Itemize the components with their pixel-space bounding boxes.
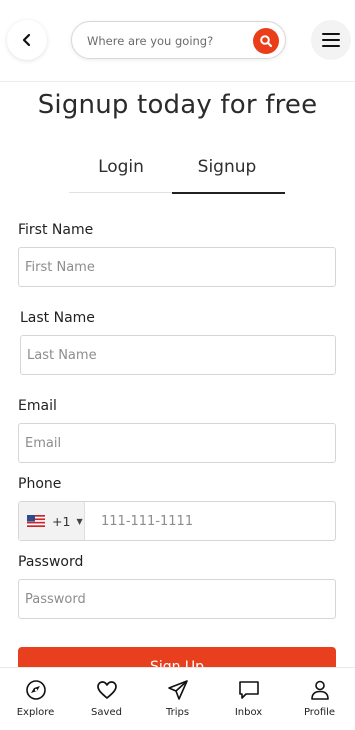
search-button[interactable] [253, 28, 279, 54]
email-input[interactable] [19, 424, 335, 462]
password-label: Password [18, 554, 84, 570]
hamburger-icon [322, 33, 340, 47]
last-name-input[interactable] [21, 336, 335, 374]
phone-label: Phone [18, 476, 62, 492]
nav-item-inbox[interactable]: Inbox [214, 668, 284, 730]
nav-label-saved: Saved [91, 707, 122, 718]
chevron-left-icon [22, 33, 31, 47]
nav-label-inbox: Inbox [234, 707, 263, 718]
nav-item-explore[interactable]: Explore [1, 668, 71, 730]
us-flag-icon [27, 515, 45, 527]
country-code-selector[interactable]: +1 ▼ [19, 502, 85, 540]
user-icon [308, 678, 332, 702]
password-input[interactable] [19, 580, 335, 618]
page-title: Signup today for free [37, 90, 318, 120]
menu-button[interactable] [311, 20, 351, 60]
nav-label-trips: Trips [165, 707, 190, 718]
paper-plane-icon [166, 678, 190, 702]
search-icon [260, 35, 273, 48]
heart-icon [95, 678, 119, 702]
search-placeholder[interactable]: Where are you going? [87, 34, 213, 48]
caret-down-icon: ▼ [76, 516, 83, 526]
email-label: Email [18, 398, 57, 414]
back-button[interactable] [7, 20, 47, 60]
chat-bubble-icon [237, 678, 261, 702]
last-name-label: Last Name [20, 310, 95, 326]
nav-label-profile: Profile [303, 707, 336, 718]
top-bar: Where are you going? [0, 0, 355, 82]
phone-input-wrapper[interactable] [95, 502, 335, 540]
first-name-label: First Name [18, 222, 94, 238]
first-name-input[interactable] [19, 248, 335, 286]
nav-item-trips[interactable]: Trips [143, 668, 213, 730]
nav-label-explore: Explore [16, 707, 55, 718]
tab-login[interactable]: Login [69, 157, 173, 177]
tab-signup[interactable]: Signup [175, 157, 279, 177]
phone-field[interactable]: +1 ▼ [18, 501, 336, 541]
phone-input[interactable] [95, 502, 335, 540]
active-tab-indicator [172, 192, 285, 194]
compass-icon [24, 678, 48, 702]
nav-item-saved[interactable]: Saved [72, 668, 142, 730]
first-name-field[interactable] [18, 247, 336, 287]
bottom-nav: Explore Saved Trips Inbox Profile [0, 667, 355, 730]
password-field[interactable] [18, 579, 336, 619]
email-field[interactable] [18, 423, 336, 463]
country-code: +1 [52, 513, 71, 529]
auth-tabs: Login Signup [69, 150, 285, 194]
last-name-field[interactable] [20, 335, 336, 375]
nav-item-profile[interactable]: Profile [285, 668, 355, 730]
search-bar[interactable]: Where are you going? [71, 21, 286, 59]
